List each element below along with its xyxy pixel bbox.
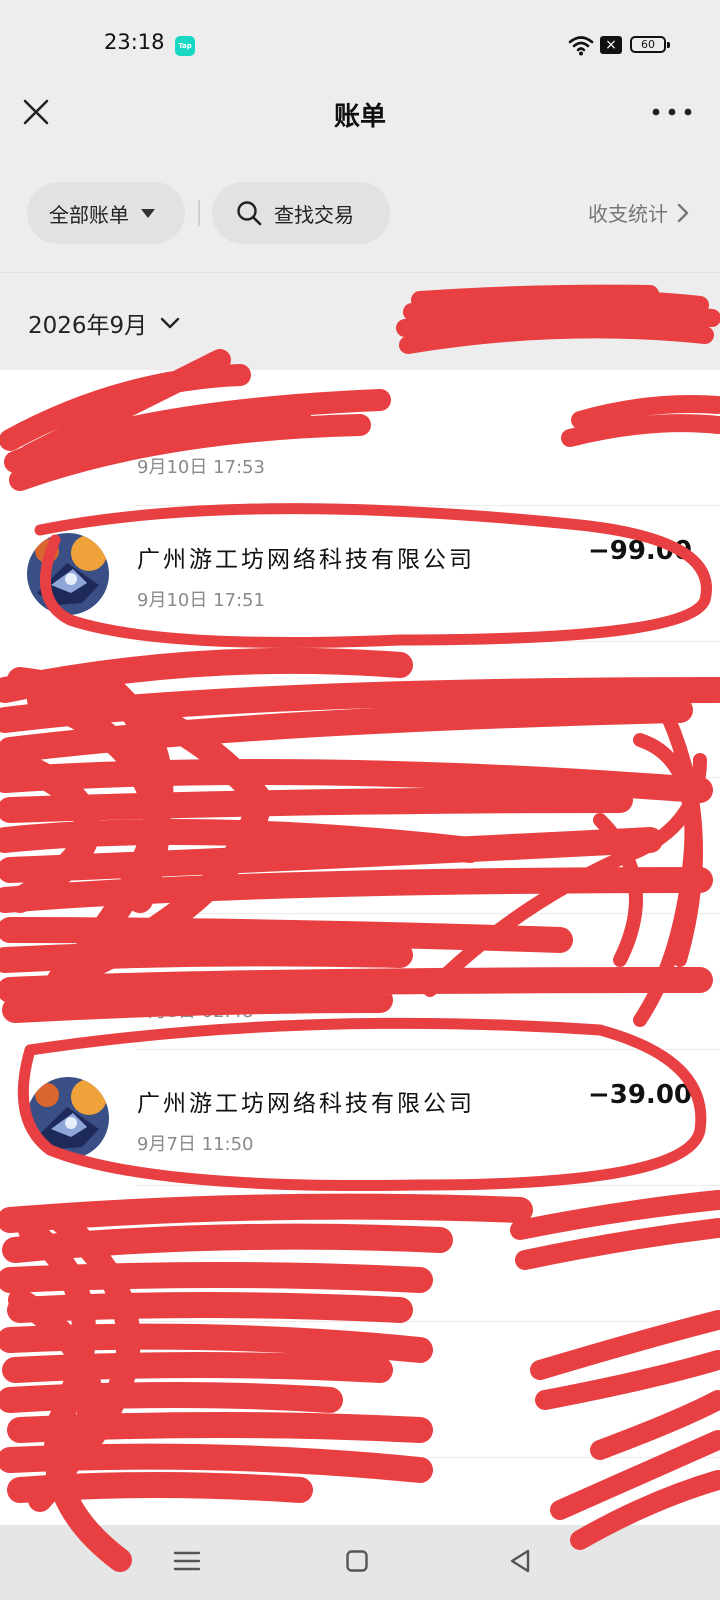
caret-down-icon xyxy=(141,208,155,218)
title-bar: 账单 xyxy=(0,92,720,138)
menu-icon[interactable] xyxy=(172,1547,202,1575)
transaction-row[interactable] xyxy=(0,1186,720,1322)
month-selector[interactable]: 2026年9月 xyxy=(28,306,181,340)
transaction-row[interactable]: 9月10日 17:53 xyxy=(0,370,720,506)
status-time: 23:18 xyxy=(104,30,165,54)
transaction-row[interactable] xyxy=(0,642,720,778)
transaction-name: 广州游工坊网络科技有限公司 xyxy=(137,1091,475,1117)
transaction-row[interactable]: 9月8日 02:48 xyxy=(0,914,720,1050)
transaction-list: 9月10日 17:53 广州游工坊网络科技有限公司 9月10日 17:51 −9… xyxy=(0,370,720,1525)
search-label: 查找交易 xyxy=(274,202,354,227)
chevron-right-icon xyxy=(677,203,689,222)
transaction-amount: −99.00 xyxy=(587,536,692,566)
transaction-date: 9月7日 11:50 xyxy=(137,1134,254,1155)
search-icon xyxy=(237,201,262,226)
wifi-icon xyxy=(568,36,594,56)
sim-x-icon: × xyxy=(600,36,622,54)
all-bills-dropdown[interactable]: 全部账单 xyxy=(27,182,185,244)
more-icon[interactable] xyxy=(650,100,694,124)
back-icon[interactable] xyxy=(508,1548,532,1574)
status-bar: 23:18 Tap × 60 xyxy=(0,0,720,92)
transaction-date: 9月8日 02:48 xyxy=(137,1001,254,1022)
chevron-down-icon xyxy=(160,317,180,329)
home-icon[interactable] xyxy=(345,1549,369,1573)
filter-bar: 全部账单 查找交易 收支统计 xyxy=(0,182,720,244)
page-title: 账单 xyxy=(333,102,386,132)
transaction-row[interactable]: 广州游工坊网络科技有限公司 9月10日 17:51 −99.00 xyxy=(0,506,720,642)
battery-icon: 60 xyxy=(630,36,670,53)
all-bills-label: 全部账单 xyxy=(49,202,129,227)
row-divider xyxy=(136,1457,720,1458)
transaction-row[interactable]: 广州游工坊网络科技有限公司 9月7日 11:50 −39.00 xyxy=(0,1050,720,1186)
transaction-row[interactable] xyxy=(0,1322,720,1458)
stats-label: 收支统计 xyxy=(588,202,668,226)
transaction-name: 广州游工坊网络科技有限公司 xyxy=(137,547,475,573)
transaction-row[interactable] xyxy=(0,778,720,914)
taptap-app-icon: Tap xyxy=(175,36,195,56)
search-transactions-button[interactable]: 查找交易 xyxy=(212,182,390,244)
transaction-amount: −39.00 xyxy=(587,1080,692,1110)
transaction-date: 9月10日 17:51 xyxy=(137,590,265,611)
merchant-avatar xyxy=(27,533,109,615)
system-navigation-bar xyxy=(0,1525,720,1600)
month-section-header: 2026年9月 xyxy=(0,272,720,368)
income-expense-stats-link[interactable]: 收支统计 xyxy=(588,198,690,227)
month-label: 2026年9月 xyxy=(28,313,148,339)
merchant-avatar xyxy=(27,1077,109,1159)
transaction-date: 9月10日 17:53 xyxy=(137,457,265,478)
filter-divider xyxy=(198,200,200,226)
